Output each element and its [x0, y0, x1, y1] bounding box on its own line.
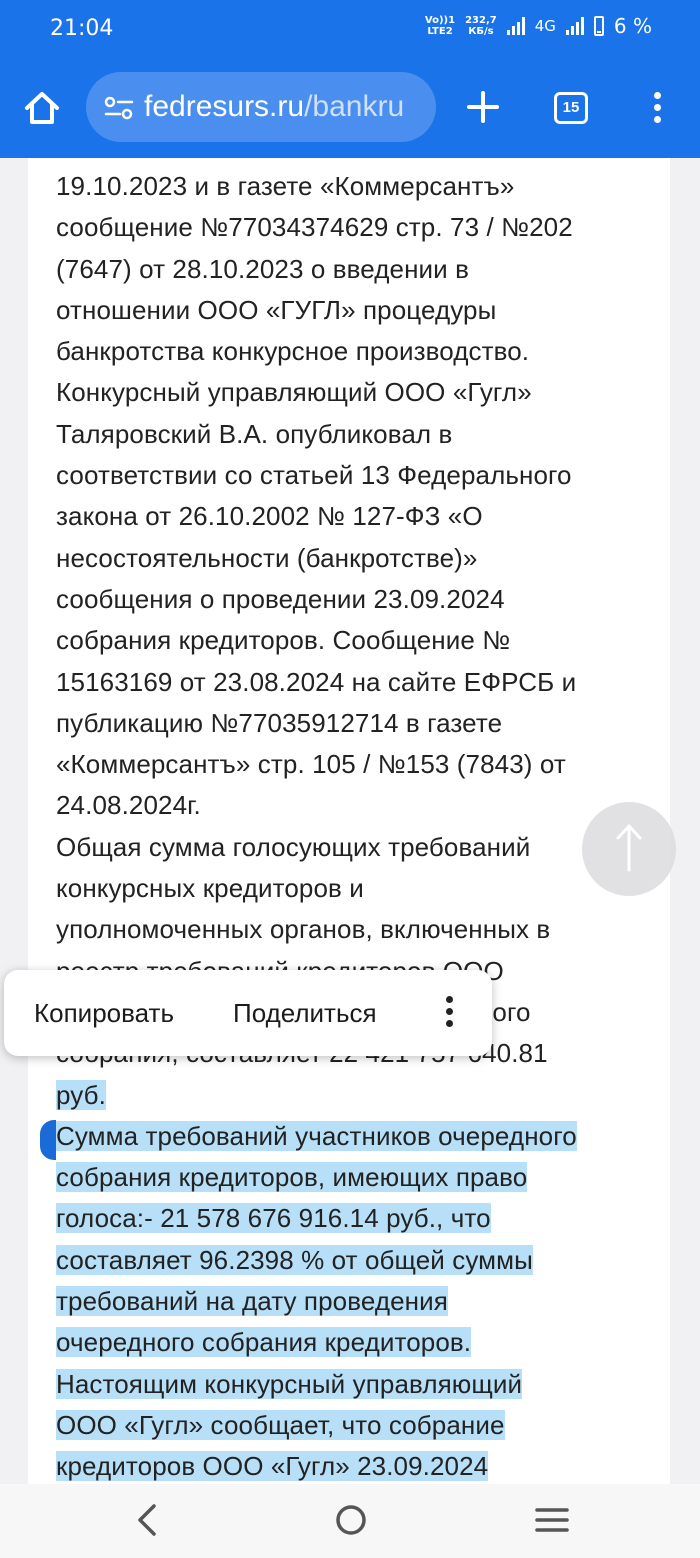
home-icon[interactable] [22, 88, 62, 128]
tab-switcher-button[interactable]: 15 [554, 92, 588, 124]
volte-indicator: Vo))1 LTE2 [425, 15, 455, 37]
text-line: 19.10.2023 и в газете «Коммерсантъ» [56, 171, 515, 201]
text-line: закона от 26.10.2002 № 127-ФЗ «О [56, 501, 483, 532]
text-line: (7647) от 28.10.2023 о введении в [56, 253, 470, 284]
text-line: 15163169 от 23.08.2024 на сайте ЕФРСБ и [56, 666, 577, 697]
selected-text[interactable]: кредиторов ООО «Гугл» 23.09.2024 [56, 1451, 489, 1482]
text-line: сообщения о проведении 23.09.2024 [56, 583, 505, 614]
text-selection-menu: Копировать Поделиться [4, 970, 492, 1056]
text-line: уполномоченных органов, включенных в [56, 914, 551, 945]
text-line: Конкурсный управляющий ООО «Гугл» [56, 377, 532, 408]
selected-text[interactable]: Настоящим конкурсный управляющий [56, 1368, 523, 1399]
selected-text[interactable]: составляет 96.2398 % от общей суммы [56, 1244, 533, 1275]
selected-text[interactable]: ООО «Гугл» сообщает, что собрание [56, 1409, 505, 1440]
new-tab-icon[interactable] [466, 90, 500, 124]
selected-text[interactable]: голоса:- 21 578 676 916.14 руб., что [56, 1203, 491, 1234]
network-type: 4G [534, 17, 556, 35]
text-line: конкурсных кредиторов и [56, 873, 364, 904]
copy-button[interactable]: Копировать [34, 998, 174, 1029]
selected-text-line[interactable]: Настоящим конкурсный управляющий [56, 1364, 656, 1405]
selected-text-line[interactable]: голоса:- 21 578 676 916.14 руб., что [56, 1198, 656, 1239]
text-line: сообщение №77034374629 стр. 73 / №202 [56, 212, 573, 243]
site-settings-icon[interactable] [104, 96, 134, 120]
selected-text[interactable]: руб. [56, 1079, 106, 1110]
status-time: 21:04 [50, 16, 114, 41]
lte-label: LTE2 [427, 26, 453, 37]
url-path: /bankru [304, 90, 405, 123]
volte-label: Vo))1 [424, 15, 456, 26]
selected-text[interactable]: требований на дату проведения [56, 1286, 448, 1317]
selected-text-line[interactable]: кредиторов ООО «Гугл» 23.09.2024 [56, 1446, 656, 1487]
recent-apps-icon[interactable] [534, 1506, 570, 1534]
selected-text-line[interactable]: ООО «Гугл» сообщает, что собрание [56, 1405, 656, 1446]
selected-text-line[interactable]: собрания кредиторов, имеющих право [56, 1157, 656, 1198]
text-line: соответствии со статьей 13 Федерального [56, 460, 572, 491]
text-line: отношении ООО «ГУГЛ» процедуры [56, 294, 497, 325]
selected-text-line[interactable]: составляет 96.2398 % от общей суммы [56, 1240, 656, 1281]
home-button-icon[interactable] [334, 1503, 368, 1537]
status-bar: 21:04 Vo))1 LTE2 232,7 КБ/s 4G 6 % [0, 0, 700, 58]
net-speed-unit: КБ/s [468, 26, 494, 37]
status-icons: Vo))1 LTE2 232,7 КБ/s 4G 6 % [425, 14, 652, 38]
battery-icon [593, 16, 604, 36]
text-line: несостоятельности (банкротстве)» [56, 542, 478, 573]
browser-toolbar: fedresurs.ru/bankru 15 [0, 58, 700, 158]
arrow-up-icon [616, 824, 642, 872]
text-line: публикацию №77035912714 в газете [56, 707, 503, 738]
selected-text-line[interactable]: очередного собрания кредиторов. [56, 1322, 656, 1363]
text-line: собрания кредиторов. Сообщение № [56, 625, 511, 656]
battery-percent: 6 % [613, 14, 652, 38]
share-button[interactable]: Поделиться [233, 998, 377, 1029]
text-line: 24.08.2024г. [56, 790, 201, 821]
more-options-icon[interactable] [444, 996, 454, 1030]
selected-text-line[interactable]: Сумма требований участников очередного [56, 1116, 656, 1157]
selection-start-handle[interactable] [40, 1120, 56, 1160]
selected-text-line[interactable]: требований на дату проведения [56, 1281, 656, 1322]
article-text: 19.10.2023 и в газете «Коммерсантъ» сооб… [56, 166, 656, 1488]
text-line: «Коммерсантъ» стр. 105 / №153 (7843) от [56, 749, 566, 780]
text-line: Таляровский В.А. опубликовал в [56, 418, 453, 449]
selected-text[interactable]: собрания кредиторов, имеющих право [56, 1162, 528, 1193]
url-domain: fedresurs.ru [144, 90, 305, 123]
address-bar[interactable]: fedresurs.ru/bankru [86, 72, 436, 142]
text-line: банкротства конкурсное производство. [56, 336, 530, 367]
url-text[interactable]: fedresurs.ru/bankru [144, 90, 404, 124]
selected-text-line[interactable]: руб. [56, 1075, 656, 1116]
signal-icon-2 [565, 17, 584, 35]
scroll-to-top-button[interactable] [582, 802, 676, 896]
signal-icon [506, 17, 525, 35]
selected-text[interactable]: Сумма требований участников очередного [56, 1120, 577, 1151]
back-icon[interactable] [132, 1502, 162, 1538]
selected-text[interactable]: очередного собрания кредиторов. [56, 1327, 472, 1358]
net-speed-value: 232,7 [465, 15, 497, 26]
net-speed: 232,7 КБ/s [465, 15, 497, 37]
system-nav-bar [0, 1484, 700, 1558]
more-menu-icon[interactable] [650, 92, 664, 126]
text-line: Общая сумма голосующих требований [56, 831, 531, 862]
